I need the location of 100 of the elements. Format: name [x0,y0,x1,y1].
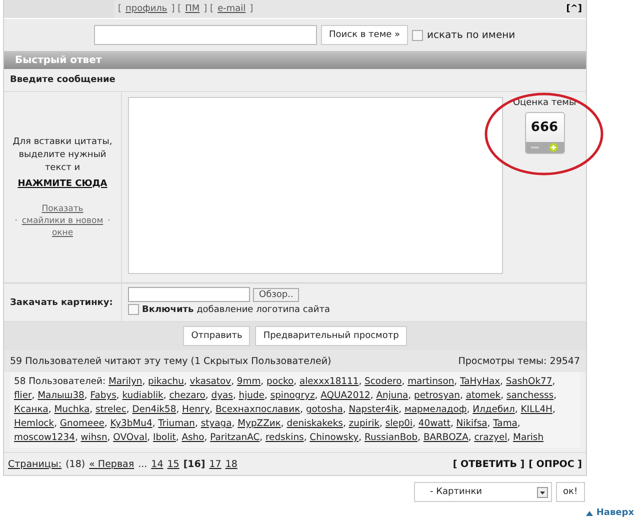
user-link[interactable]: Triuman [158,418,195,429]
page-link[interactable]: [16] [183,458,206,470]
user-link[interactable]: alexxx18111 [299,376,359,387]
separator-text: , [517,418,520,429]
pages-link[interactable]: Страницы: [8,458,62,470]
user-link[interactable]: Gnomeee [60,418,104,429]
separator-text: , [342,418,346,429]
user-link[interactable]: Ky3bMu4 [110,418,152,429]
user-link[interactable]: Muchka [54,404,90,415]
separator-text: , [184,376,187,387]
bracket-text: ] [ [171,4,182,14]
user-link[interactable]: BARBOZA [423,432,468,443]
search-field[interactable] [94,25,317,45]
user-link[interactable]: SashOk77 [506,376,552,387]
user-link[interactable]: deniskakeks [286,418,343,429]
file-field[interactable] [128,287,250,302]
separator-text: , [74,432,78,443]
separator-text: , [142,376,146,387]
user-link[interactable]: мармеладоф [404,404,467,415]
user-link[interactable]: sanchesss [506,390,554,401]
user-link[interactable]: Всехнахпославик [215,404,300,415]
action-link[interactable]: [ ОПРОС ] [528,458,582,470]
action-link[interactable]: [ ОТВЕТИТЬ ] [452,458,525,470]
profile-link[interactable]: e-mail [218,4,246,14]
page-link[interactable]: 14 [151,458,164,470]
user-link[interactable]: Scodero [364,376,402,387]
page-link[interactable]: 17 [209,458,222,470]
user-link[interactable]: hjude [238,390,264,401]
readers-summary: 59 Пользователей читают эту тему (1 Скрытых Пользователей) [10,356,332,366]
smilies-link[interactable]: Показать смайлики в новом окне [20,202,106,238]
user-link[interactable]: wihsn [80,432,108,443]
separator-text: , [176,432,179,443]
user-link[interactable]: KILL4H [520,404,552,415]
user-link[interactable]: Marilyn [108,376,142,387]
user-link[interactable]: RussianBob [364,432,418,443]
user-link[interactable]: 9mm [236,376,261,387]
user-link[interactable]: atomek [466,390,501,401]
user-link[interactable]: Napster4ik [348,404,399,415]
user-link[interactable]: slep0i [385,418,413,429]
top-link[interactable]: Наверх [596,508,634,518]
user-link[interactable]: Anjuna [376,390,408,401]
user-link[interactable]: martinson [408,376,454,387]
minus-icon[interactable] [530,146,539,149]
user-link[interactable]: TaHyHax [460,376,500,387]
user-link[interactable]: crazyel [474,432,508,443]
separator-text: , [54,418,57,429]
page-link[interactable]: 18 [225,458,238,470]
user-link[interactable]: Marish [513,432,544,443]
forum-select[interactable]: - Картинки [414,482,552,502]
user-link[interactable]: Den4ik58 [132,404,176,415]
user-link[interactable]: Tama [493,418,518,429]
plus-icon[interactable] [549,143,558,152]
user-link[interactable]: Малыш38 [38,390,84,401]
search-button[interactable]: Поиск в теме » [321,25,408,45]
user-link[interactable]: moscow1234 [14,432,75,443]
user-link[interactable]: spinogryz [270,390,315,401]
user-link[interactable]: Илдебил [472,404,515,415]
ok-button[interactable]: ок! [556,482,585,502]
separator-text: , [398,404,402,415]
user-link[interactable]: petrosyan [414,390,460,401]
page-link[interactable]: 15 [167,458,180,470]
submit-button[interactable]: Предварительный просмотр [255,326,407,346]
separator-text: , [514,404,518,415]
profile-link[interactable]: профиль [126,4,168,14]
profile-link[interactable]: ПМ [185,4,200,14]
checkbox[interactable] [412,30,424,40]
user-link[interactable]: styaga [200,418,232,429]
checkbox[interactable] [128,304,139,315]
user-link[interactable]: chezaro [169,390,206,401]
user-link[interactable]: 40watt [418,418,450,429]
user-link[interactable]: vkasatov [190,376,232,387]
user-link[interactable]: ParitzanAC [210,432,260,443]
user-link[interactable]: strelec [96,404,126,415]
user-link[interactable]: OVOval [113,432,148,443]
user-link[interactable]: Chinowsky [310,432,359,443]
user-link[interactable]: pikachu [148,376,184,387]
user-link[interactable]: Nikifsa [456,418,488,429]
first-page-link[interactable]: « Первая [89,458,134,470]
user-link[interactable]: AQUA2012 [320,390,370,401]
user-link[interactable]: flier [14,390,32,401]
user-link[interactable]: Fabys [90,390,116,401]
user-link[interactable]: dyas [211,390,233,401]
user-link[interactable]: Ксанка [14,404,48,415]
user-link[interactable]: redskins [265,432,304,443]
user-link[interactable]: MypZZик [238,418,281,429]
message-field[interactable] [128,97,503,274]
user-link[interactable]: Asho [182,432,204,443]
user-link[interactable]: gotosha [306,404,343,415]
user-link[interactable]: Ibolit [153,432,176,443]
submit-button[interactable]: Отправить [183,326,250,346]
user-link[interactable]: pocko [266,376,294,387]
browse-button[interactable]: Обзор.. [253,288,300,302]
user-link[interactable]: kudiablik [122,390,164,401]
separator-text: , [90,404,93,415]
user-link[interactable]: Henry [182,404,210,415]
user-link[interactable]: zupirik [348,418,380,429]
scroll-top-button[interactable]: [^] [566,4,582,14]
quote-link[interactable]: НАЖМИТЕ СЮДА [18,178,108,188]
user-link[interactable]: Hemlock [14,418,54,429]
dropdown-icon [537,486,548,498]
